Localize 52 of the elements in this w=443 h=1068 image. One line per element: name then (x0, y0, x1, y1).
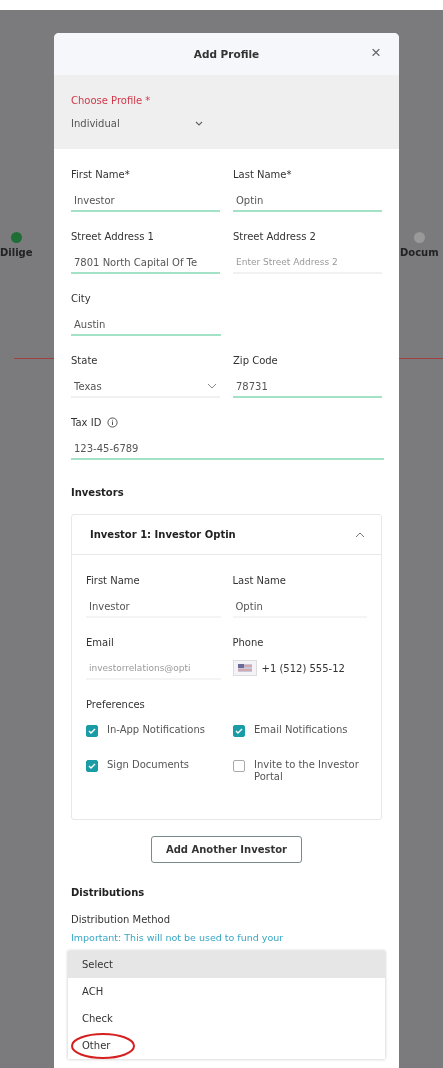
dropdown-option[interactable]: ACH (68, 978, 385, 1005)
flag-dropdown-icon (232, 660, 257, 676)
dialog-title: Add Profile (193, 48, 260, 60)
checkbox[interactable] (233, 760, 245, 772)
chevron-down-icon (207, 383, 217, 389)
info-note: Important: This will not be used to fund your (71, 932, 285, 943)
checkbox[interactable] (233, 725, 245, 737)
field-label: Phone (232, 637, 265, 648)
field-label: Distribution Method (71, 914, 172, 925)
input-field[interactable]: Optin (232, 596, 367, 618)
checkbox-label: In-App Notifications (107, 724, 206, 736)
section-heading: Distributions (71, 887, 146, 898)
input-field[interactable]: Investor (71, 190, 220, 212)
checkbox[interactable] (86, 725, 98, 737)
input-field[interactable]: 78731 (233, 376, 382, 398)
chevron-icon (355, 531, 365, 538)
dropdown-option[interactable]: Other (68, 1032, 385, 1059)
field-label: Choose Profile * (71, 95, 152, 106)
profile-select[interactable]: Individual (71, 118, 221, 129)
investor-header[interactable]: Investor 1: Investor Optin (72, 515, 381, 555)
checkbox-label: Invite to the Investor Portal (254, 759, 360, 783)
add-investor-button[interactable]: Add Another Investor (150, 836, 302, 863)
field-label: Email (86, 637, 115, 648)
input-field[interactable]: Investor (86, 596, 221, 618)
field-label: State (71, 355, 98, 366)
checkbox-label: Sign Documents (107, 759, 190, 771)
checkbox-label: Email Notifications (254, 724, 349, 736)
field-label: Tax ID (71, 417, 102, 428)
input-field[interactable]: Austin (71, 314, 221, 336)
field-label: Last Name* (233, 169, 292, 180)
step-label: Dilige (0, 247, 33, 258)
input-field[interactable]: 123-45-6789 (71, 438, 384, 460)
dropdown-option[interactable]: Select (68, 951, 385, 978)
annotation-circle (70, 1032, 136, 1060)
field-label: Street Address 2 (233, 231, 316, 242)
field-label: Last Name (232, 575, 287, 586)
chevron-down-icon (194, 121, 203, 126)
checkbox[interactable] (86, 760, 98, 772)
field-label: Street Address 1 (71, 231, 154, 242)
step-label: Docum (400, 247, 439, 258)
field-label: Preferences (86, 699, 146, 710)
field-label: First Name* (71, 169, 130, 180)
close-button[interactable]: × (369, 44, 383, 62)
dropdown-option[interactable]: Check (68, 1005, 385, 1032)
section-heading: Investors (71, 487, 125, 498)
field-label: Zip Code (233, 355, 278, 366)
field-label: First Name (86, 575, 141, 586)
state-select[interactable]: Texas (71, 376, 220, 398)
phone-field[interactable]: +1 (512) 555-12 (232, 658, 367, 678)
input-field[interactable]: Optin (233, 190, 382, 212)
input-field[interactable]: 7801 North Capital Of Te (71, 252, 220, 274)
field-label: City (71, 293, 91, 304)
